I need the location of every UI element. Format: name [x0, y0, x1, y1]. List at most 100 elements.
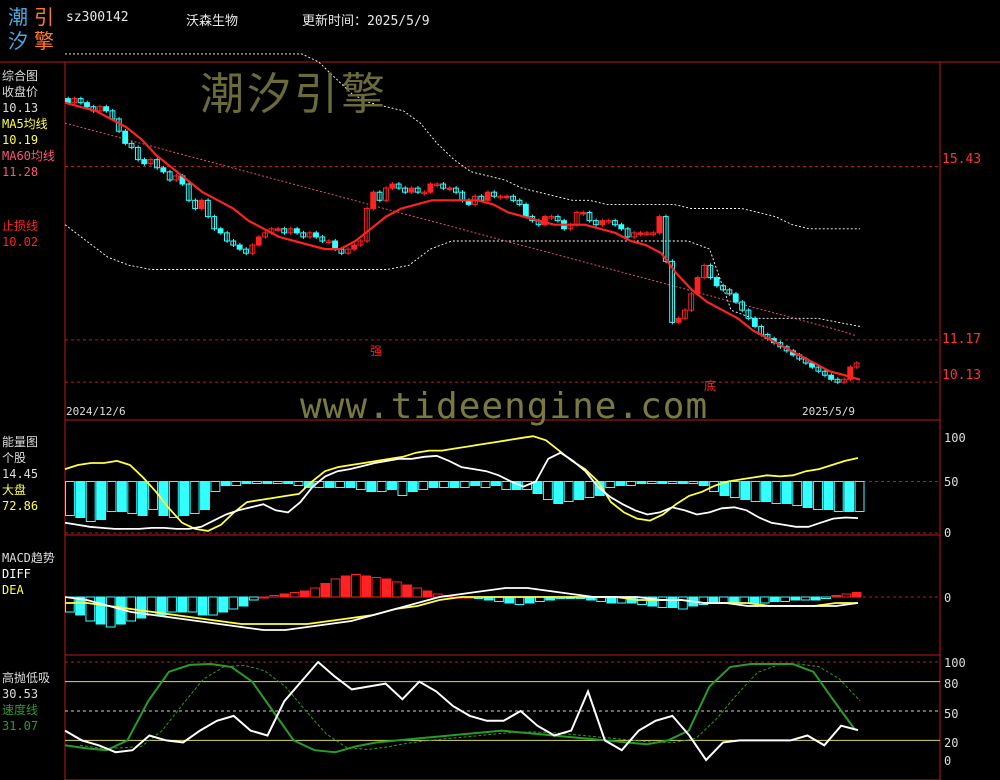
macd-bar [759, 596, 770, 604]
energy-bar [241, 481, 252, 484]
p2-tick: 0 [944, 526, 952, 540]
candle [255, 236, 262, 246]
candle [313, 232, 319, 238]
energy-bar [615, 481, 626, 486]
candle [217, 228, 224, 234]
energy-bar [179, 481, 190, 516]
energy-bar [636, 481, 647, 484]
candle [713, 277, 720, 287]
energy-bar [324, 481, 335, 488]
p1-tick: 15.43 [942, 152, 982, 167]
macd-bar [402, 584, 412, 598]
energy-bar [646, 481, 657, 484]
energy-bar [605, 481, 616, 488]
energy-bar [480, 481, 491, 488]
market-value: 72.86 [2, 499, 39, 513]
energy-bar [667, 481, 678, 484]
macd-bar [831, 595, 842, 598]
energy-bar [729, 481, 740, 498]
energy-bar [168, 481, 179, 518]
macd-bar [851, 592, 862, 598]
macd-bar [228, 596, 239, 610]
macd-bar [310, 587, 320, 598]
energy-bar [428, 481, 439, 488]
macd-bar [167, 596, 177, 613]
energy-bar [366, 481, 377, 492]
panel1-title: 综合图 [2, 69, 39, 83]
macd-bar [391, 581, 402, 598]
dea-label: DEA [2, 583, 24, 597]
candle [389, 183, 396, 189]
panel-frame [64, 654, 941, 780]
macd-bar [340, 575, 351, 598]
macd-bar [105, 596, 116, 628]
energy-bar [96, 481, 107, 520]
energy-bar [397, 481, 408, 496]
energy-bar [740, 481, 751, 500]
energy-bar [376, 481, 387, 492]
energy-bar [688, 481, 699, 484]
candle [370, 191, 377, 209]
energy-bar [792, 481, 803, 506]
energy-bar [418, 481, 429, 490]
energy-bar [750, 481, 761, 502]
energy-bar [490, 481, 501, 486]
macd-bar [248, 596, 259, 601]
macd-bar [177, 596, 188, 613]
energy-bar [823, 481, 834, 510]
candle [274, 228, 281, 231]
energy-bar [771, 481, 782, 504]
energy-bar [532, 481, 543, 494]
candle [828, 374, 835, 380]
p1-tick: 10.13 [942, 368, 982, 383]
macd-bar [259, 596, 269, 599]
candle [599, 220, 606, 226]
macd-bar [371, 577, 382, 598]
energy-bar [262, 481, 273, 484]
macd-bar [800, 596, 811, 601]
candle [446, 187, 453, 191]
candle [751, 317, 758, 327]
energy-bar [65, 481, 75, 516]
diff-label: DIFF [2, 567, 31, 581]
macd-bar [381, 578, 392, 598]
panel4-value: 30.53 [2, 687, 39, 701]
macd-bar [780, 596, 790, 602]
p4-tick: 20 [944, 736, 959, 750]
candle [656, 216, 663, 234]
lower-band-line [64, 224, 861, 327]
energy-bar [854, 481, 865, 512]
energy-bar [584, 481, 595, 498]
energy-bar [626, 481, 636, 486]
candle [618, 224, 625, 230]
energy-bar [293, 481, 304, 486]
close-label: 收盘价 [2, 85, 39, 99]
energy-bar [407, 481, 418, 492]
date-end: 2025/5/9 [802, 405, 855, 418]
panel3-legend: MACD趋势 DIFF DEA [2, 550, 55, 598]
energy-bar [439, 481, 449, 488]
p4-tick: 50 [944, 707, 959, 721]
macd-bar [136, 596, 147, 619]
ma60-value: 11.28 [2, 165, 39, 179]
energy-bar [657, 481, 668, 484]
candle [675, 317, 682, 323]
macd-bar [289, 592, 300, 598]
p2-tick: 50 [944, 475, 959, 489]
p2-tick: 100 [944, 431, 966, 445]
stop-value: 10.02 [2, 235, 39, 249]
energy-bar [283, 481, 294, 484]
macd-bar [810, 596, 821, 601]
energy-bar [106, 481, 117, 512]
candle [198, 199, 205, 209]
energy-bar [470, 481, 481, 486]
energy-bar [220, 481, 231, 486]
candle [637, 232, 644, 235]
energy-bar [761, 481, 771, 502]
candle [103, 106, 110, 112]
macd-bar [361, 575, 372, 598]
ma60-line [64, 122, 856, 336]
market-label: 大盘 [2, 483, 27, 497]
macd-bar [514, 596, 525, 605]
macd-bar [412, 587, 423, 598]
